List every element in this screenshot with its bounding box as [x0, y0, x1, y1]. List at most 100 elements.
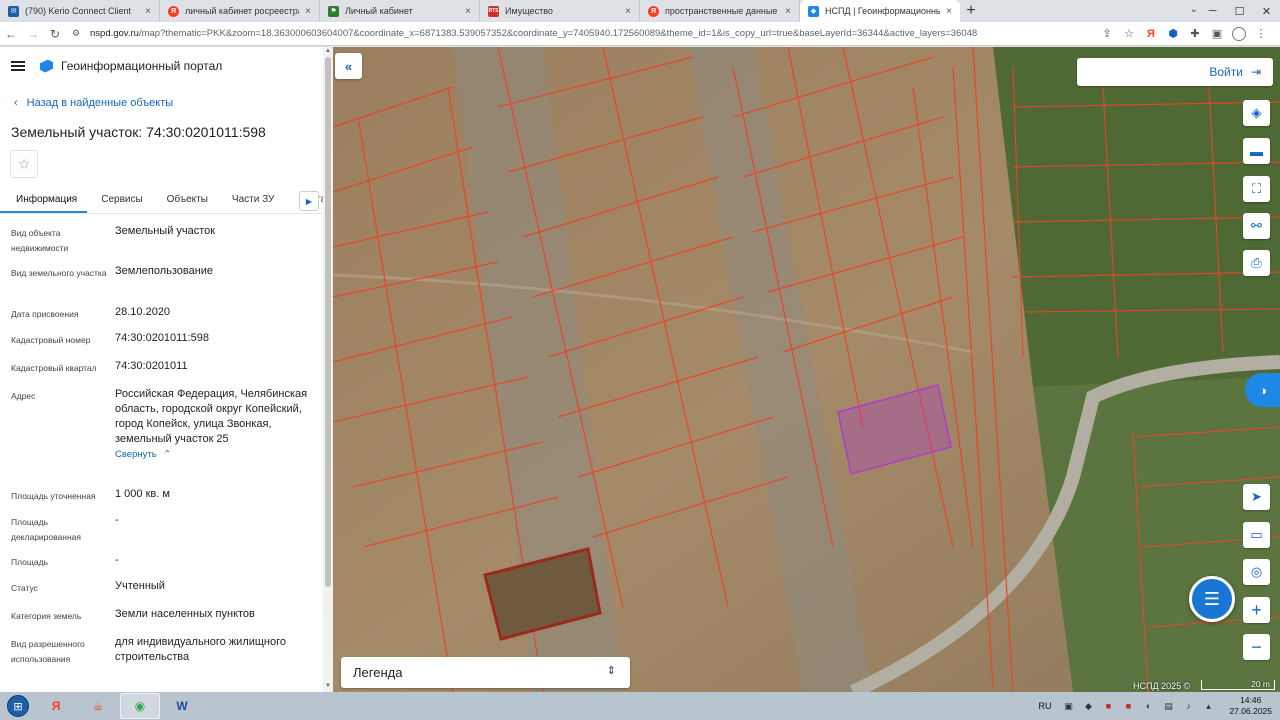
- java-app-icon[interactable]: ☕: [78, 693, 118, 719]
- clock-date: 27.06.2025: [1229, 706, 1272, 716]
- browser-tab-cabinet[interactable]: ⚑ Личный кабинет ×: [320, 0, 480, 22]
- object-info-panel: Геоинформационный портал ‹ Назад в найде…: [0, 47, 323, 692]
- scrollbar-thumb[interactable]: [325, 57, 331, 587]
- yandex-browser-app[interactable]: Я: [36, 693, 76, 719]
- property-list: Вид объекта недвижимости Земельный участ…: [0, 225, 318, 677]
- tab-information[interactable]: Информация: [0, 188, 88, 213]
- volume-icon[interactable]: ♪: [1181, 699, 1195, 713]
- share-icon[interactable]: ⚯: [1243, 213, 1270, 239]
- profile-icon[interactable]: [1228, 24, 1250, 44]
- collapse-label: Свернуть: [115, 449, 157, 460]
- scroll-down-icon[interactable]: ▼: [324, 683, 332, 691]
- chevron-up-icon: ⌃: [163, 449, 172, 460]
- tab-objects[interactable]: Объекты: [153, 188, 218, 213]
- tabs-scroll-right-icon[interactable]: ▶: [299, 191, 319, 211]
- close-icon[interactable]: ×: [946, 6, 952, 17]
- browser-tab-property[interactable]: RTS Имущество ×: [480, 0, 640, 22]
- browser-tab-rosreestr-search[interactable]: Я личный кабинет росреестра — ×: [160, 0, 320, 22]
- property-value: 1 000 кв. м: [115, 488, 170, 500]
- object-tabs: Информация Сервисы Объекты Части ЗУ Сост…: [0, 188, 323, 214]
- navigation-icon[interactable]: ➤: [1243, 484, 1270, 510]
- address-bar: ← → ↻ ⚙ nspd.gov.ru /map?thematic=PKK&zo…: [0, 22, 1280, 46]
- property-key: Площадь декларированная: [11, 517, 81, 542]
- sort-arrows-icon: ⇕: [606, 665, 616, 677]
- puzzle-icon[interactable]: ✚: [1184, 24, 1206, 44]
- select-area-icon[interactable]: ⛶: [1243, 176, 1270, 202]
- maximize-icon[interactable]: ☐: [1226, 0, 1253, 22]
- chat-icon[interactable]: ☰: [1189, 576, 1235, 622]
- map-view[interactable]: « Войти ⇥ ◈ ▬ ⛶ ⚯ ⎙ ◑ ➤ ▭ ◎ + − ☰ Легенд…: [333, 47, 1280, 692]
- kerio-icon: ✉: [8, 5, 19, 17]
- map-scale: 20 m: [1201, 680, 1275, 690]
- site-info-icon[interactable]: ⚙: [72, 28, 82, 39]
- tray-app-icon[interactable]: ◐: [1141, 699, 1155, 713]
- tray-app-icon[interactable]: ◆: [1081, 699, 1095, 713]
- layers-icon[interactable]: ◈: [1243, 100, 1270, 126]
- property-key: Категория земель: [11, 611, 82, 621]
- network-icon[interactable]: ▤: [1161, 699, 1175, 713]
- close-window-icon[interactable]: ✕: [1253, 0, 1280, 22]
- property-value: Земельный участок: [115, 225, 216, 237]
- favorite-star-icon[interactable]: ☆: [10, 150, 38, 178]
- tray-app-icon[interactable]: ■: [1121, 699, 1135, 713]
- browser-tab-nspd[interactable]: ◆ НСПД | Геоинформационный п ×: [800, 0, 960, 22]
- collapse-panel-button[interactable]: «: [335, 53, 362, 79]
- property-key: Вид разрешенного использования: [11, 639, 85, 664]
- property-key: Кадастровый квартал: [11, 363, 97, 373]
- reload-icon[interactable]: ↻: [44, 22, 66, 46]
- tray-app-icon[interactable]: ▣: [1061, 699, 1075, 713]
- close-icon[interactable]: ×: [465, 6, 471, 17]
- screen-icon[interactable]: ▭: [1243, 522, 1270, 548]
- tab-parts[interactable]: Части ЗУ: [218, 188, 284, 213]
- property-value: Землепользование: [115, 265, 214, 277]
- tab-services[interactable]: Сервисы: [87, 188, 152, 213]
- gosuslugi-icon[interactable]: ◑: [1245, 373, 1280, 407]
- login-button[interactable]: Войти ⇥: [1077, 58, 1273, 86]
- green-area: [993, 47, 1280, 387]
- share-page-icon[interactable]: ⇪: [1096, 24, 1118, 44]
- panel-scrollbar[interactable]: ▲ ▼: [323, 47, 333, 692]
- minimize-icon[interactable]: ─: [1199, 0, 1226, 22]
- chrome-app-icon[interactable]: ◉: [120, 693, 160, 719]
- bookmark-star-icon[interactable]: ☆: [1118, 24, 1140, 44]
- chevron-down-icon[interactable]: ⌄: [1190, 4, 1198, 15]
- back-arrow-icon[interactable]: ←: [0, 22, 22, 46]
- property-key: Дата присвоения: [11, 309, 79, 319]
- forward-arrow-icon[interactable]: →: [22, 22, 44, 46]
- language-indicator[interactable]: RU: [1038, 701, 1051, 711]
- close-icon[interactable]: ×: [305, 6, 311, 17]
- property-row: Кадастровый квартал 74:30:0201011: [0, 360, 318, 389]
- collapse-address-link[interactable]: Свернуть ⌃: [115, 449, 310, 460]
- legend-selector[interactable]: Легенда ⇕: [341, 657, 630, 688]
- close-icon[interactable]: ×: [145, 6, 151, 17]
- url-host: nspd.gov.ru: [90, 28, 139, 39]
- tray-expand-icon[interactable]: ▴: [1201, 699, 1215, 713]
- portal-title: Геоинформационный портал: [61, 59, 223, 73]
- yandex-extension-icon[interactable]: Я: [1140, 24, 1162, 44]
- url-field[interactable]: ⚙ nspd.gov.ru /map?thematic=PKK&zoom=18.…: [66, 24, 1096, 44]
- close-icon[interactable]: ×: [785, 6, 791, 17]
- panel-header: Геоинформационный портал: [0, 47, 323, 85]
- browser-tab-kerio[interactable]: ✉ (790) Kerio Connect Client ×: [0, 0, 160, 22]
- system-clock[interactable]: 14:46 27.06.2025: [1221, 695, 1280, 717]
- property-row: Адрес Российская Федерация, Челябинская …: [0, 388, 318, 489]
- side-panel-icon[interactable]: ▣: [1206, 24, 1228, 44]
- browser-extensions: ⇪ ☆ Я ⬢ ✚ ▣ ⋮: [1096, 24, 1280, 44]
- tray-app-icon[interactable]: ■: [1101, 699, 1115, 713]
- zoom-out-icon[interactable]: −: [1243, 634, 1270, 660]
- ruler-icon[interactable]: ▬: [1243, 138, 1270, 164]
- start-button[interactable]: ⊞: [0, 692, 36, 720]
- locate-icon[interactable]: ◎: [1243, 559, 1270, 585]
- back-to-results-link[interactable]: ‹ Назад в найденные объекты: [14, 97, 173, 109]
- word-app-icon[interactable]: W: [162, 693, 202, 719]
- zoom-in-icon[interactable]: +: [1243, 597, 1270, 623]
- scroll-up-icon[interactable]: ▲: [324, 48, 332, 56]
- extension-shield-icon[interactable]: ⬢: [1162, 24, 1184, 44]
- new-tab-button[interactable]: +: [960, 0, 982, 22]
- hamburger-menu-icon[interactable]: [11, 61, 25, 71]
- menu-dots-icon[interactable]: ⋮: [1250, 24, 1272, 44]
- browser-tab-spatial[interactable]: Я пространственные данные рос ×: [640, 0, 800, 22]
- print-icon[interactable]: ⎙: [1243, 250, 1270, 276]
- close-icon[interactable]: ×: [625, 6, 631, 17]
- property-value: Земли населенных пунктов: [115, 608, 255, 620]
